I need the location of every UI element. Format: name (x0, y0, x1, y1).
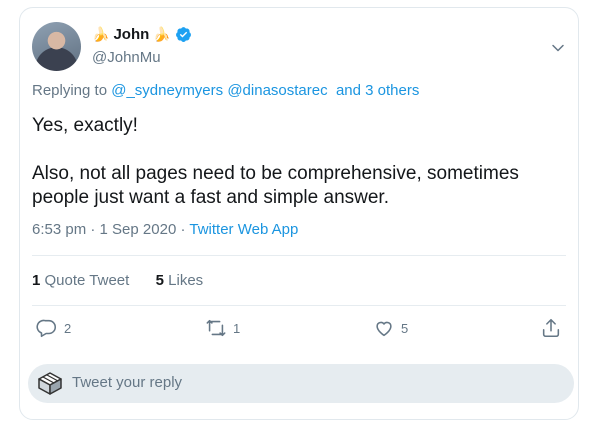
tweet-date[interactable]: 1 Sep 2020 (100, 221, 177, 238)
replying-prefix: Replying to (32, 82, 108, 99)
verified-badge-icon (175, 27, 191, 42)
chevron-down-icon[interactable] (548, 38, 568, 58)
share-icon (542, 318, 560, 338)
tweet-time[interactable]: 6:53 pm (32, 221, 86, 238)
replying-others-link[interactable]: and 3 others (336, 82, 419, 99)
likes-stat[interactable]: 5 Likes (156, 272, 204, 289)
likes-label: Likes (168, 272, 204, 289)
like-count: 5 (401, 320, 409, 336)
tweet-line: Also, not all pages need to be comprehen… (32, 163, 519, 208)
meta-separator: · (180, 221, 186, 238)
heart-icon (376, 321, 392, 337)
tweet-stats: 1 Quote Tweet 5 Likes (32, 272, 203, 289)
banana-emoji-right: 🍌 (153, 26, 171, 42)
meta-separator: · (90, 221, 96, 238)
tweet-text: Yes, exactly! Also, not all pages need t… (32, 114, 552, 234)
reply-input-placeholder[interactable]: Tweet your reply (72, 374, 182, 391)
tweet-meta: 6:53 pm · 1 Sep 2020 · Twitter Web App (32, 221, 298, 238)
reply-composer[interactable]: Tweet your reply (28, 364, 574, 403)
author-name-row[interactable]: 🍌 John 🍌 (92, 26, 192, 43)
divider (32, 305, 566, 306)
reply-bubble-icon (36, 319, 57, 338)
reply-button[interactable]: 2 (36, 317, 71, 339)
quote-count: 1 (32, 272, 41, 289)
user-avatar-icon (38, 372, 62, 395)
like-button[interactable]: 5 (373, 317, 408, 339)
tweet-actions: 2 1 5 (20, 317, 578, 347)
banana-emoji-left: 🍌 (92, 26, 110, 42)
replying-to-line: Replying to @_sydneymyers @dinasostarec … (32, 82, 419, 99)
share-button[interactable] (540, 317, 562, 339)
author-handle[interactable]: @JohnMu (92, 49, 161, 66)
replying-user-link[interactable]: @_sydneymyers (111, 82, 223, 99)
author-avatar[interactable] (32, 22, 81, 71)
tweet-source-app[interactable]: Twitter Web App (189, 221, 298, 238)
replying-user-link[interactable]: @dinasostarec (227, 82, 327, 99)
reply-count: 2 (64, 320, 72, 336)
divider (32, 255, 566, 256)
likes-count: 5 (155, 272, 164, 289)
author-name[interactable]: John (113, 26, 149, 43)
retweet-button[interactable]: 1 (205, 317, 240, 339)
retweet-icon (206, 319, 226, 337)
retweet-count: 1 (233, 320, 241, 336)
tweet-card: 🍌 John 🍌 @JohnMu Replying to @_sydneymye… (19, 7, 579, 420)
quote-tweets-stat[interactable]: 1 Quote Tweet (32, 272, 129, 289)
quote-label: Quote Tweet (44, 272, 130, 289)
tweet-line: Yes, exactly! (32, 115, 138, 136)
